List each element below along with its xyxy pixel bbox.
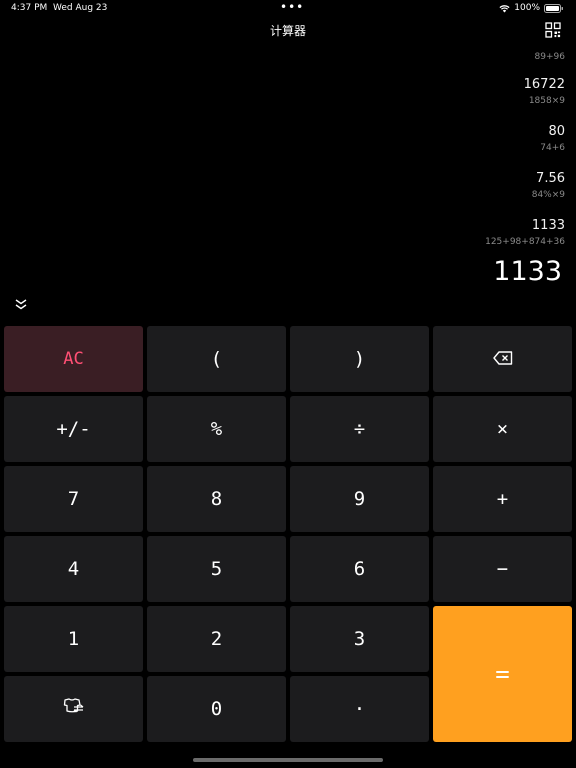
decimal-button[interactable]: ·	[290, 676, 429, 742]
history-entry[interactable]: 16722 1858×9	[524, 77, 565, 106]
divide-button[interactable]: ÷	[290, 396, 429, 462]
history-expression: 125+98+874+36	[485, 237, 565, 247]
digit-7-button[interactable]: 7	[4, 466, 143, 532]
digit-0-button[interactable]: 0	[147, 676, 286, 742]
plus-button[interactable]: +	[433, 466, 572, 532]
history-expression: 74+6	[540, 143, 565, 153]
keypad: AC ( ) +/- % ÷ × 7 8 9 + 4 5 6 − 1 2 3 =	[4, 326, 572, 742]
status-time: 4:37 PM	[11, 3, 48, 13]
history-result: 1133	[531, 218, 565, 233]
display-value: 1133	[493, 256, 562, 287]
digit-5-button[interactable]: 5	[147, 536, 286, 602]
history-entry[interactable]: 80 74+6	[540, 124, 565, 153]
multitasking-dots[interactable]: •••	[280, 0, 304, 14]
qr-grid-icon[interactable]	[545, 22, 561, 38]
backspace-icon	[492, 348, 513, 370]
digit-1-button[interactable]: 1	[4, 606, 143, 672]
history-result: 7.56	[536, 171, 565, 186]
multiply-button[interactable]: ×	[433, 396, 572, 462]
page-title: 计算器	[269, 24, 306, 38]
digit-6-button[interactable]: 6	[290, 536, 429, 602]
digit-8-button[interactable]: 8	[147, 466, 286, 532]
history-expression: 84%×9	[531, 190, 565, 200]
minus-button[interactable]: −	[433, 536, 572, 602]
double-chevron-down-icon[interactable]	[14, 296, 30, 312]
equals-button[interactable]: =	[433, 606, 572, 742]
unit-convert-button[interactable]	[4, 676, 143, 742]
history-expression: 1858×9	[528, 96, 565, 106]
plus-minus-button[interactable]: +/-	[4, 396, 143, 462]
digit-9-button[interactable]: 9	[290, 466, 429, 532]
history-result: 80	[548, 124, 565, 139]
percent-button[interactable]: %	[147, 396, 286, 462]
right-paren-button[interactable]: )	[290, 326, 429, 392]
history-entry[interactable]: 7.56 84%×9	[532, 171, 565, 200]
history-entry[interactable]: 1133 125+98+874+36	[485, 218, 565, 247]
clear-button[interactable]: AC	[4, 326, 143, 392]
wifi-icon	[499, 4, 510, 13]
unit-convert-icon	[63, 697, 85, 722]
history-result: 16722	[523, 77, 565, 92]
history-expression: 89+96	[534, 52, 565, 62]
home-indicator[interactable]	[193, 758, 383, 762]
left-paren-button[interactable]: (	[147, 326, 286, 392]
status-right: 100%	[499, 3, 564, 13]
digit-4-button[interactable]: 4	[4, 536, 143, 602]
battery-icon	[544, 3, 564, 13]
digit-3-button[interactable]: 3	[290, 606, 429, 672]
status-date: Wed Aug 23	[53, 3, 108, 13]
battery-percent: 100%	[514, 3, 540, 13]
backspace-button[interactable]	[433, 326, 572, 392]
history-entry[interactable]: 89+96	[535, 48, 565, 62]
digit-2-button[interactable]: 2	[147, 606, 286, 672]
status-bar: 4:37 PM Wed Aug 23 ••• 100%	[0, 0, 576, 16]
